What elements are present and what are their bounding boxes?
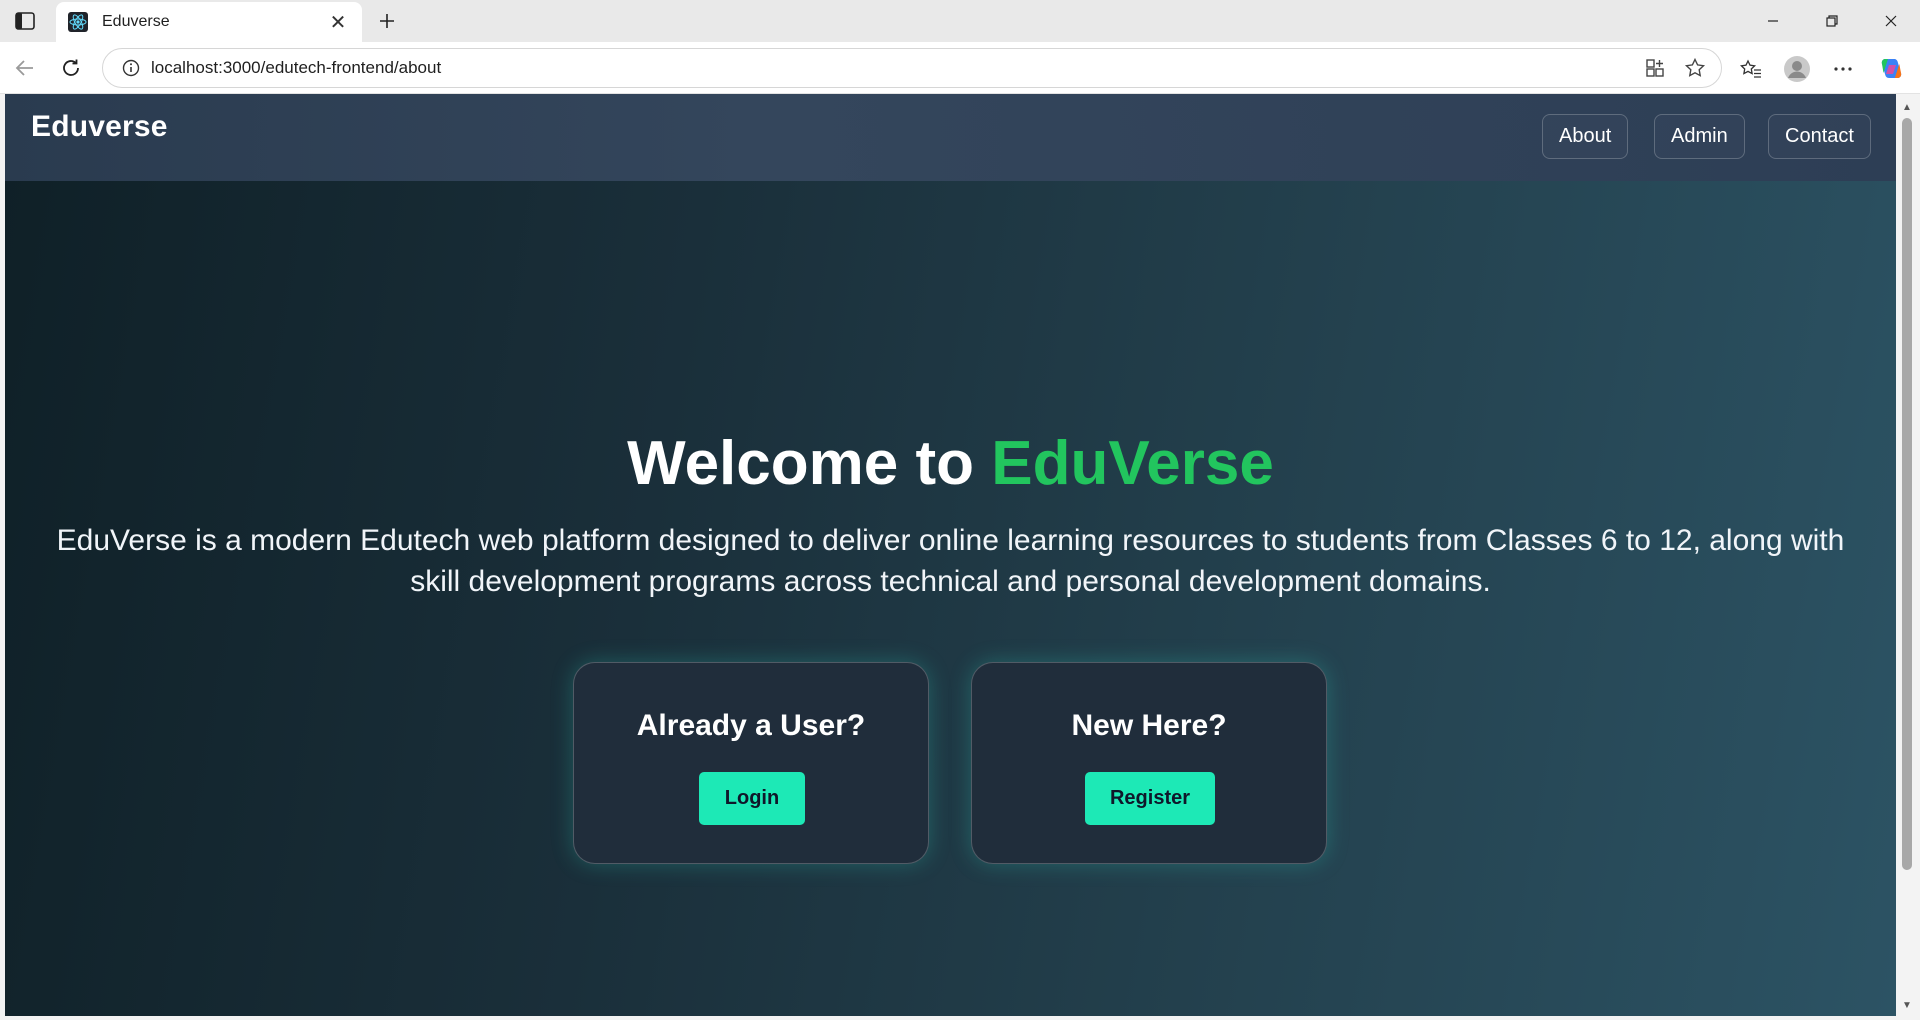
nav-link-contact[interactable]: Contact [1768, 114, 1871, 159]
existing-user-heading: Already a User? [636, 709, 866, 742]
browser-tab[interactable]: Eduverse ✕ [56, 2, 362, 42]
back-arrow-icon[interactable] [10, 53, 40, 83]
hero-title-prefix: Welcome to [627, 429, 974, 498]
app-available-icon[interactable] [1635, 48, 1675, 88]
favorites-icon[interactable] [1734, 52, 1768, 86]
new-user-heading: New Here? [1071, 709, 1227, 742]
browser-tab-strip: Eduverse ✕ [0, 0, 1920, 42]
tab-title: Eduverse [102, 13, 170, 30]
hero-title-accent: EduVerse [991, 429, 1274, 498]
minimize-icon[interactable] [1744, 0, 1802, 42]
more-options-icon[interactable] [1826, 52, 1860, 86]
scroll-up-arrow-icon[interactable]: ▲ [1900, 100, 1914, 114]
address-bar[interactable]: localhost:3000/edutech-frontend/about [102, 48, 1722, 88]
scroll-down-arrow-icon[interactable]: ▼ [1900, 998, 1914, 1012]
site-brand-logo[interactable]: Eduverse [31, 110, 168, 144]
reload-icon[interactable] [56, 53, 86, 83]
profile-avatar[interactable] [1780, 52, 1814, 86]
url-text[interactable]: localhost:3000/edutech-frontend/about [151, 58, 1635, 78]
site-info-icon[interactable] [111, 59, 151, 77]
nav-link-admin[interactable]: Admin [1654, 114, 1745, 159]
close-tab-icon[interactable]: ✕ [326, 10, 350, 34]
page-viewport: Eduverse About Admin Contact Welcome to … [5, 94, 1896, 1016]
copilot-icon[interactable] [1874, 52, 1908, 86]
new-user-card: New Here? Register [971, 662, 1327, 864]
new-tab-button[interactable] [372, 6, 402, 36]
browser-toolbar: localhost:3000/edutech-frontend/about [0, 42, 1920, 94]
register-button[interactable]: Register [1085, 772, 1215, 825]
login-button[interactable]: Login [699, 772, 805, 825]
restore-icon[interactable] [1803, 0, 1861, 42]
close-window-icon[interactable] [1862, 0, 1920, 42]
existing-user-card: Already a User? Login [573, 662, 929, 864]
hero-description: EduVerse is a modern Edutech web platfor… [56, 524, 1845, 598]
scrollbar-thumb[interactable] [1902, 118, 1912, 870]
tab-actions-icon[interactable] [12, 9, 38, 33]
hero-title: Welcome to EduVerse [5, 428, 1896, 499]
page-scrollbar[interactable]: ▲ ▼ [1896, 94, 1920, 1020]
nav-link-about[interactable]: About [1542, 114, 1629, 159]
favorite-star-icon[interactable] [1675, 48, 1715, 88]
site-navbar: Eduverse About Admin Contact [5, 94, 1896, 181]
react-logo-icon [68, 12, 88, 32]
